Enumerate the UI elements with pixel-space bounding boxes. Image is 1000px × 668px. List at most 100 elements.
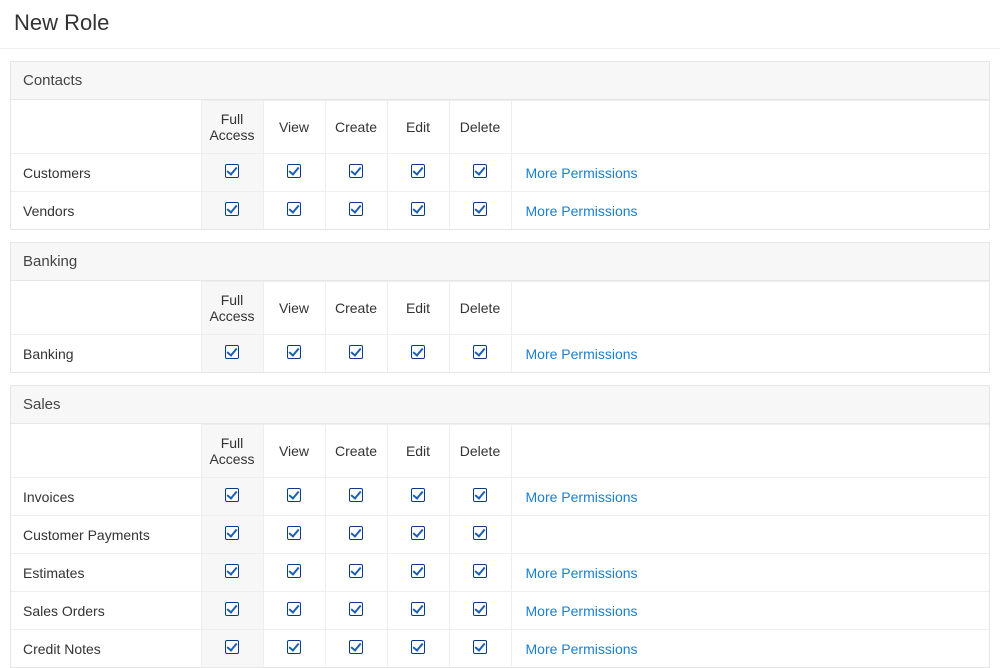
table-row: Estimates More Permissions xyxy=(11,554,989,592)
column-header-view: View xyxy=(263,101,325,154)
edit-checkbox[interactable] xyxy=(411,345,425,359)
column-header-full-access: Full Access xyxy=(201,425,263,478)
table-row: Customer Payments xyxy=(11,516,989,554)
cell-view xyxy=(263,630,325,668)
view-checkbox[interactable] xyxy=(287,602,301,616)
section-title: Sales xyxy=(11,386,989,424)
create-checkbox[interactable] xyxy=(349,202,363,216)
cell-view xyxy=(263,192,325,230)
more-cell: More Permissions xyxy=(511,630,989,668)
delete-checkbox[interactable] xyxy=(473,345,487,359)
cell-delete xyxy=(449,630,511,668)
more-cell: More Permissions xyxy=(511,592,989,630)
row-label: Estimates xyxy=(11,554,201,592)
create-checkbox[interactable] xyxy=(349,640,363,654)
view-checkbox[interactable] xyxy=(287,345,301,359)
cell-delete xyxy=(449,554,511,592)
cell-full-access xyxy=(201,478,263,516)
edit-checkbox[interactable] xyxy=(411,564,425,578)
edit-checkbox[interactable] xyxy=(411,164,425,178)
column-header-edit: Edit xyxy=(387,282,449,335)
more-permissions-link[interactable]: More Permissions xyxy=(526,489,638,505)
row-label: Customer Payments xyxy=(11,516,201,554)
delete-checkbox[interactable] xyxy=(473,640,487,654)
full-access-checkbox[interactable] xyxy=(225,164,239,178)
full-access-checkbox[interactable] xyxy=(225,564,239,578)
delete-checkbox[interactable] xyxy=(473,602,487,616)
more-permissions-link[interactable]: More Permissions xyxy=(526,165,638,181)
view-checkbox[interactable] xyxy=(287,526,301,540)
delete-checkbox[interactable] xyxy=(473,526,487,540)
cell-view xyxy=(263,154,325,192)
cell-full-access xyxy=(201,335,263,373)
more-cell: More Permissions xyxy=(511,478,989,516)
edit-checkbox[interactable] xyxy=(411,526,425,540)
permissions-table: Full AccessViewCreateEditDeleteCustomers… xyxy=(11,100,989,229)
full-access-checkbox[interactable] xyxy=(225,488,239,502)
delete-checkbox[interactable] xyxy=(473,564,487,578)
cell-view xyxy=(263,592,325,630)
full-access-checkbox[interactable] xyxy=(225,345,239,359)
row-label: Invoices xyxy=(11,478,201,516)
delete-checkbox[interactable] xyxy=(473,202,487,216)
full-access-checkbox[interactable] xyxy=(225,640,239,654)
permissions-table: Full AccessViewCreateEditDeleteBankingMo… xyxy=(11,281,989,372)
view-checkbox[interactable] xyxy=(287,202,301,216)
cell-delete xyxy=(449,335,511,373)
column-header-create: Create xyxy=(325,282,387,335)
cell-view xyxy=(263,516,325,554)
full-access-checkbox[interactable] xyxy=(225,526,239,540)
cell-create xyxy=(325,554,387,592)
more-permissions-link[interactable]: More Permissions xyxy=(526,203,638,219)
cell-create xyxy=(325,478,387,516)
edit-checkbox[interactable] xyxy=(411,202,425,216)
column-header-more xyxy=(511,282,989,335)
cell-full-access xyxy=(201,630,263,668)
view-checkbox[interactable] xyxy=(287,488,301,502)
column-header-delete: Delete xyxy=(449,101,511,154)
view-checkbox[interactable] xyxy=(287,564,301,578)
column-header-blank xyxy=(11,425,201,478)
more-cell: More Permissions xyxy=(511,192,989,230)
more-permissions-link[interactable]: More Permissions xyxy=(526,603,638,619)
more-permissions-link[interactable]: More Permissions xyxy=(526,346,638,362)
create-checkbox[interactable] xyxy=(349,564,363,578)
column-header-edit: Edit xyxy=(387,425,449,478)
create-checkbox[interactable] xyxy=(349,164,363,178)
create-checkbox[interactable] xyxy=(349,602,363,616)
table-row: Sales OrdersMore Permissions xyxy=(11,592,989,630)
full-access-checkbox[interactable] xyxy=(225,602,239,616)
column-header-edit: Edit xyxy=(387,101,449,154)
cell-delete xyxy=(449,154,511,192)
edit-checkbox[interactable] xyxy=(411,488,425,502)
page-title: New Role xyxy=(0,0,1000,49)
more-cell: More Permissions xyxy=(511,335,989,373)
cell-create xyxy=(325,154,387,192)
section-title: Contacts xyxy=(11,62,989,100)
edit-checkbox[interactable] xyxy=(411,602,425,616)
full-access-checkbox[interactable] xyxy=(225,202,239,216)
cell-edit xyxy=(387,516,449,554)
delete-checkbox[interactable] xyxy=(473,164,487,178)
permissions-section: BankingFull AccessViewCreateEditDeleteBa… xyxy=(10,242,990,373)
view-checkbox[interactable] xyxy=(287,164,301,178)
cell-create xyxy=(325,516,387,554)
column-header-more xyxy=(511,425,989,478)
cell-edit xyxy=(387,192,449,230)
column-header-create: Create xyxy=(325,101,387,154)
create-checkbox[interactable] xyxy=(349,526,363,540)
cell-create xyxy=(325,630,387,668)
permissions-section: SalesFull AccessViewCreateEditDeleteInvo… xyxy=(10,385,990,668)
row-label: Vendors xyxy=(11,192,201,230)
more-permissions-link[interactable]: More Permissions xyxy=(526,565,638,581)
create-checkbox[interactable] xyxy=(349,488,363,502)
cell-full-access xyxy=(201,554,263,592)
view-checkbox[interactable] xyxy=(287,640,301,654)
more-permissions-link[interactable]: More Permissions xyxy=(526,641,638,657)
delete-checkbox[interactable] xyxy=(473,488,487,502)
edit-checkbox[interactable] xyxy=(411,640,425,654)
row-label: Banking xyxy=(11,335,201,373)
cell-create xyxy=(325,592,387,630)
create-checkbox[interactable] xyxy=(349,345,363,359)
cell-full-access xyxy=(201,592,263,630)
